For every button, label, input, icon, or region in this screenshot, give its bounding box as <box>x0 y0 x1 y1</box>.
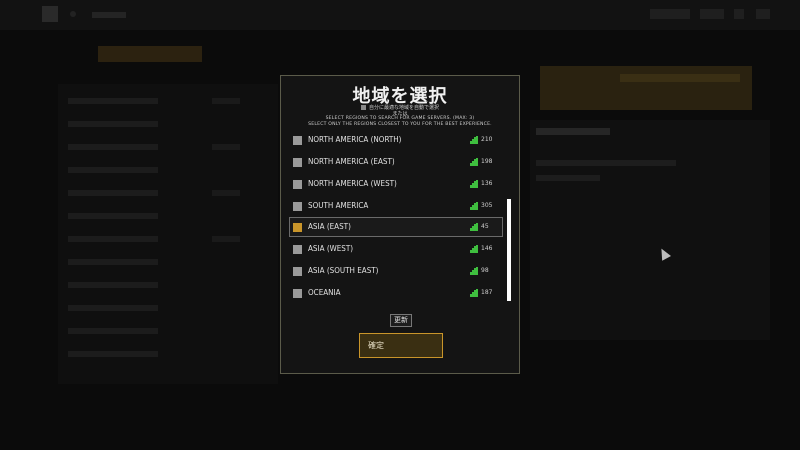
signal-bars-icon <box>470 223 478 231</box>
instruction-line: SELECT REGIONS TO SEARCH FOR GAME SERVER… <box>325 116 475 121</box>
region-checkbox[interactable] <box>293 267 302 276</box>
region-item-selected[interactable]: ASIA (EAST) 45 <box>289 217 503 237</box>
instruction-line: SELECT ONLY THE REGIONS CLOSEST TO YOU F… <box>308 122 492 127</box>
region-ping: 146 <box>481 245 493 252</box>
background-row-value <box>212 144 240 150</box>
region-name: NORTH AMERICA (WEST) <box>308 179 397 188</box>
background-tab <box>98 46 202 62</box>
background-gold-panel <box>540 66 752 110</box>
background-row <box>68 351 158 357</box>
top-bar-text <box>92 12 126 18</box>
region-ping: 98 <box>481 267 489 274</box>
region-list: NORTH AMERICA (NORTH) 210 NORTH AMERICA … <box>289 130 503 306</box>
background-row <box>68 213 158 219</box>
region-item[interactable]: SOUTH AMERICA 305 <box>289 196 503 216</box>
background-row <box>68 236 158 242</box>
background-row <box>68 121 158 127</box>
background-row-value <box>212 98 240 104</box>
region-item[interactable]: ASIA (WEST) 146 <box>289 239 503 259</box>
background-right-title <box>536 128 610 135</box>
region-ping: 45 <box>481 223 489 230</box>
signal-bars-icon <box>470 136 478 144</box>
region-checkbox[interactable] <box>293 245 302 254</box>
region-checkbox[interactable] <box>293 136 302 145</box>
background-row <box>68 305 158 311</box>
background-left-list <box>58 84 278 384</box>
region-list-scrollbar[interactable] <box>507 199 511 301</box>
region-ping: 187 <box>481 289 493 296</box>
region-name: NORTH AMERICA (EAST) <box>308 157 395 166</box>
refresh-button[interactable]: 更新 <box>390 314 412 327</box>
signal-bars-icon <box>470 245 478 253</box>
region-checkbox[interactable] <box>293 289 302 298</box>
background-right-panel <box>530 120 770 340</box>
region-item[interactable]: NORTH AMERICA (NORTH) 210 <box>289 130 503 150</box>
top-right-item <box>650 9 690 19</box>
region-ping: 136 <box>481 180 493 187</box>
region-item[interactable]: ASIA (SOUTH EAST) 98 <box>289 261 503 281</box>
region-checkbox[interactable] <box>293 202 302 211</box>
background-row <box>68 144 158 150</box>
region-item[interactable]: OCEANIA 187 <box>289 283 503 303</box>
top-right-item <box>756 9 770 19</box>
background-row <box>68 98 158 104</box>
region-checkbox[interactable] <box>293 158 302 167</box>
menu-dot-icon <box>70 11 76 17</box>
region-item[interactable]: NORTH AMERICA (WEST) 136 <box>289 174 503 194</box>
signal-bars-icon <box>470 289 478 297</box>
background-gold-bar <box>620 74 740 82</box>
signal-bars-icon <box>470 158 478 166</box>
top-right-item <box>700 9 724 19</box>
background-row <box>68 328 158 334</box>
region-name: OCEANIA <box>308 288 341 297</box>
region-checkbox-checked[interactable] <box>293 223 302 232</box>
region-item[interactable]: NORTH AMERICA (EAST) 198 <box>289 152 503 172</box>
region-checkbox[interactable] <box>293 180 302 189</box>
background-row-value <box>212 236 240 242</box>
game-logo-icon <box>42 6 58 22</box>
region-name: ASIA (WEST) <box>308 244 354 253</box>
signal-bars-icon <box>470 202 478 210</box>
region-ping: 198 <box>481 158 493 165</box>
region-ping: 305 <box>481 202 493 209</box>
background-row <box>68 259 158 265</box>
signal-bars-icon <box>470 180 478 188</box>
region-ping: 210 <box>481 136 493 143</box>
background-right-line <box>536 160 676 166</box>
region-select-dialog: 地域を選択 自分に最適な地域を自動で選択 または SELECT REGIONS … <box>280 75 520 374</box>
background-row <box>68 282 158 288</box>
background-row-value <box>212 190 240 196</box>
region-name: SOUTH AMERICA <box>308 201 369 210</box>
region-name: ASIA (EAST) <box>308 222 351 231</box>
region-name: ASIA (SOUTH EAST) <box>308 266 379 275</box>
background-row <box>68 167 158 173</box>
background-right-line <box>536 175 600 181</box>
top-right-item <box>734 9 744 19</box>
confirm-button[interactable]: 確定 <box>359 333 443 358</box>
region-name: NORTH AMERICA (NORTH) <box>308 135 402 144</box>
background-row <box>68 190 158 196</box>
signal-bars-icon <box>470 267 478 275</box>
